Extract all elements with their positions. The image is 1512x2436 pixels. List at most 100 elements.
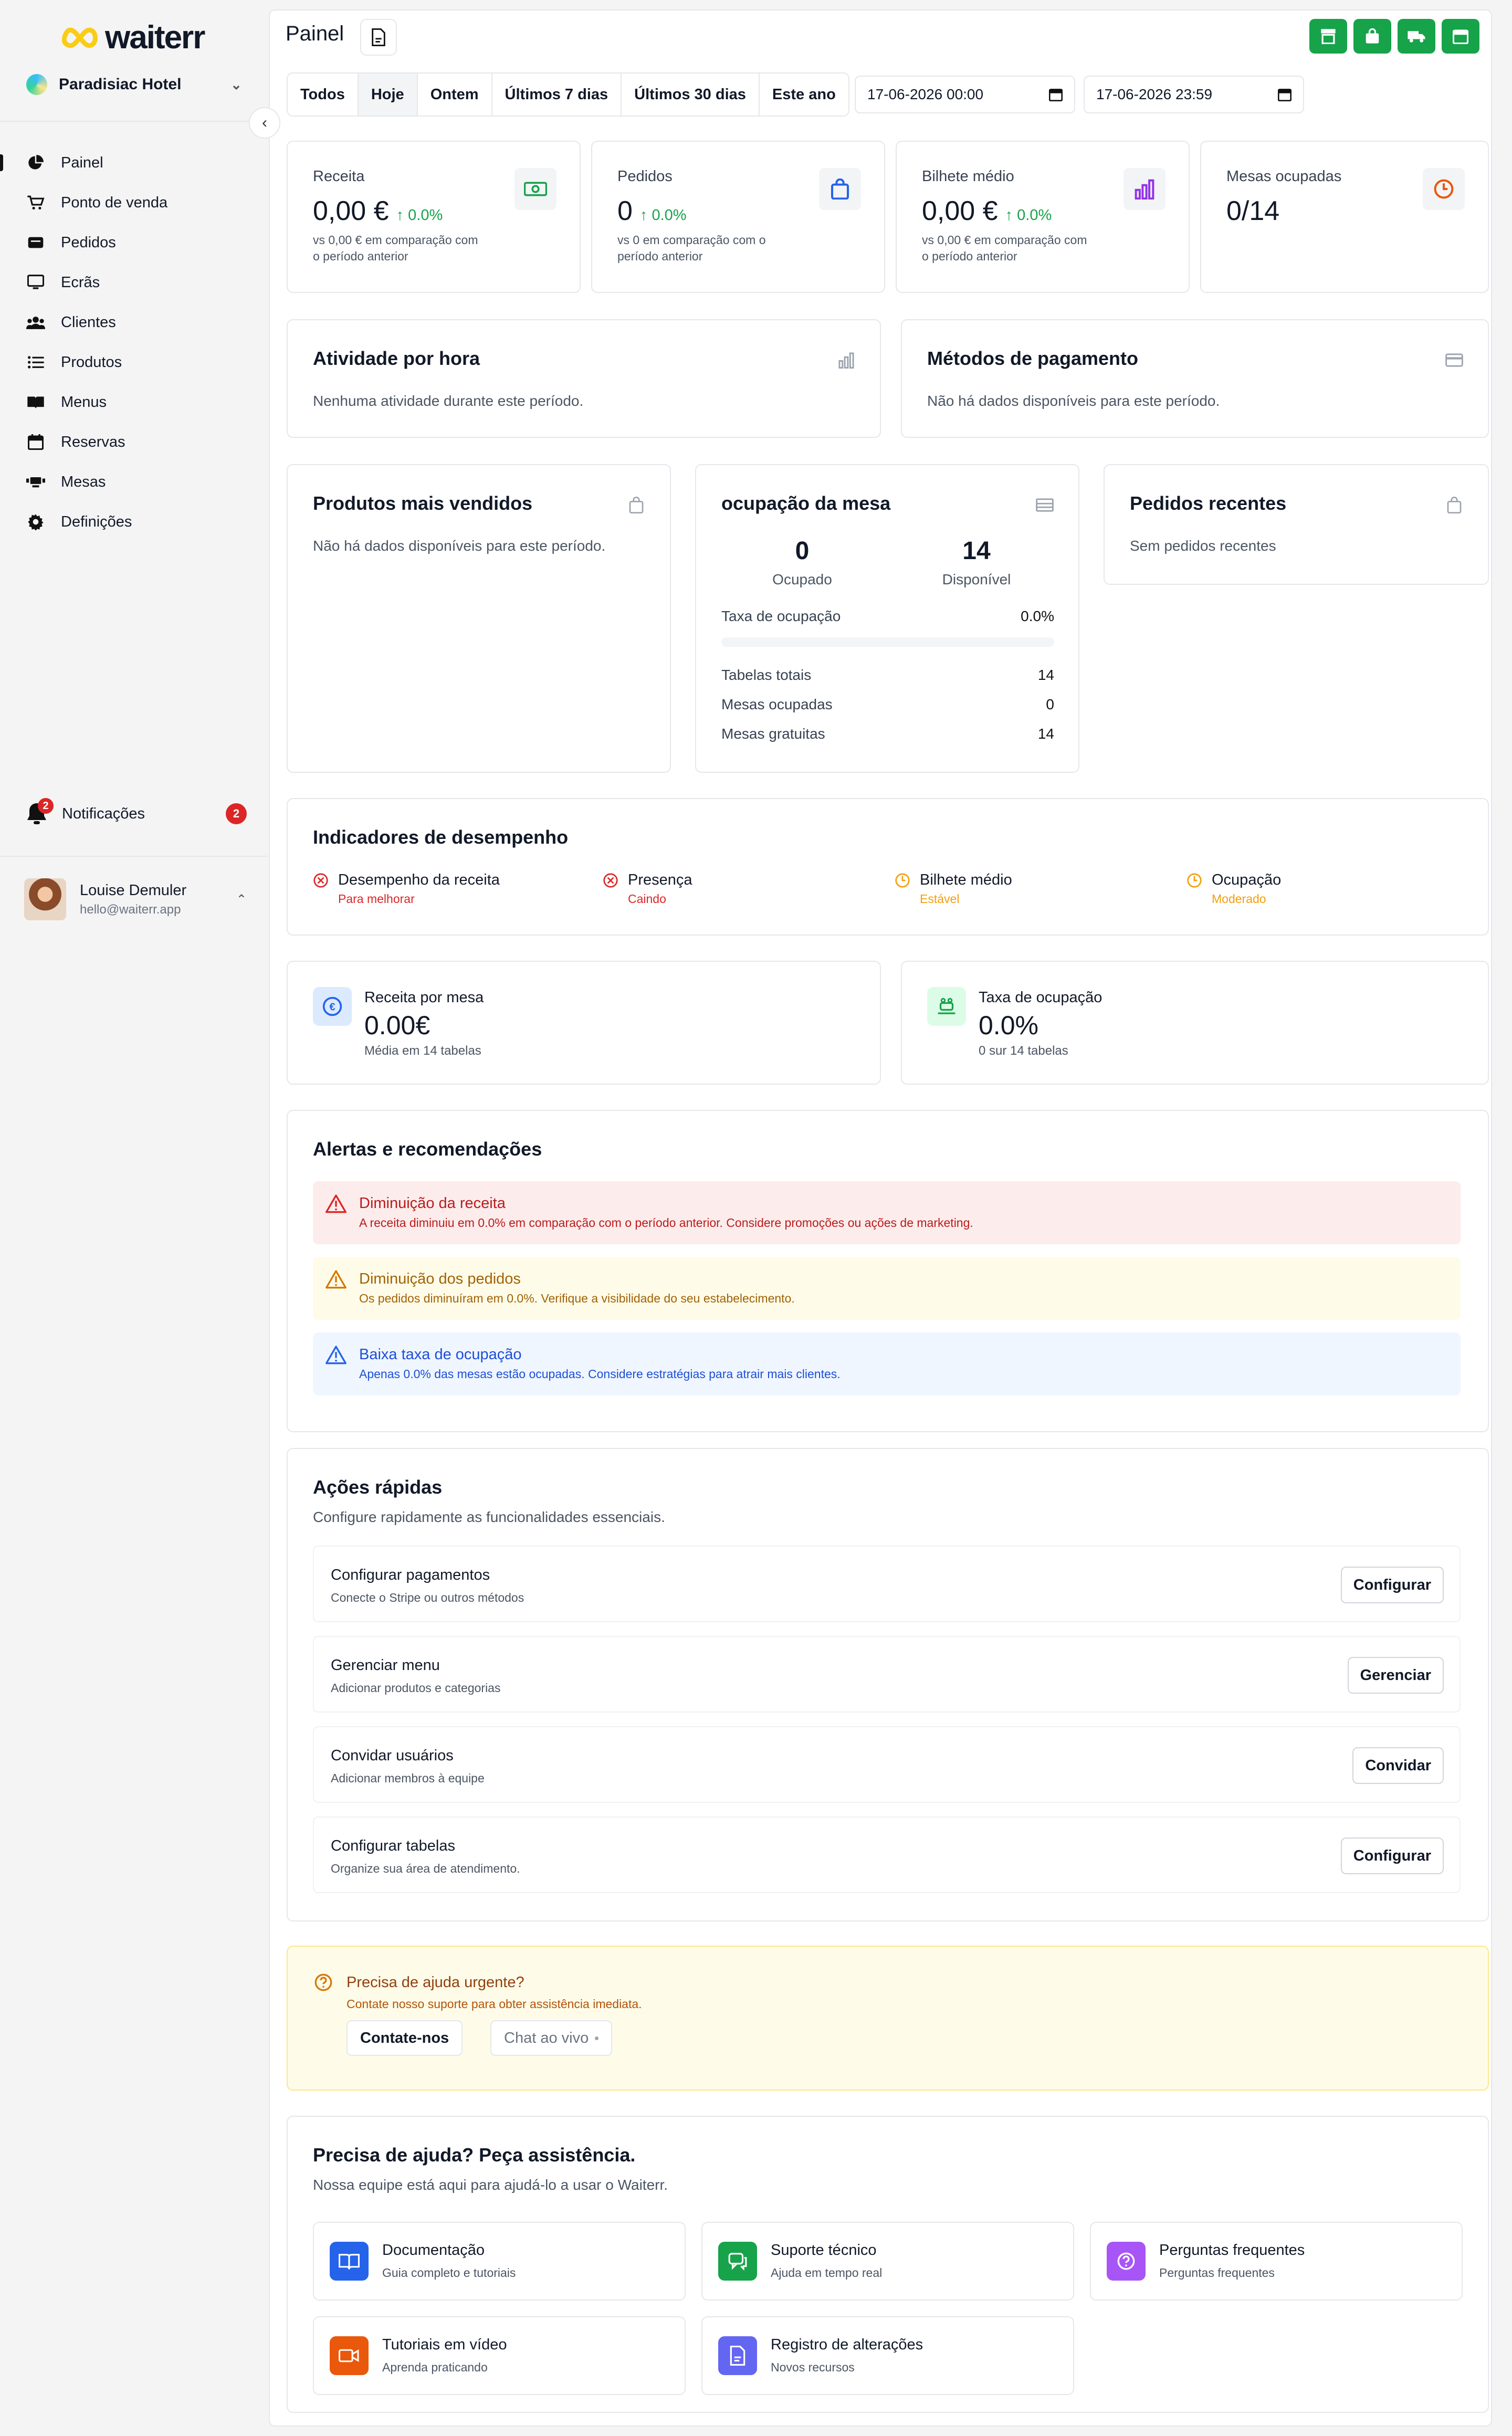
help-video-link[interactable]: Tutoriais em vídeo Aprenda praticando xyxy=(313,2316,686,2395)
calendar-icon xyxy=(1049,89,1063,101)
performance-text: Presença Caindo xyxy=(628,872,692,906)
help-faq-link[interactable]: Perguntas frequentes Perguntas frequente… xyxy=(1090,2222,1463,2301)
sidebar-item-label: Mesas xyxy=(61,473,106,490)
clock-icon xyxy=(1187,873,1202,888)
alert-warning: Diminuição dos pedidos Os pedidos diminu… xyxy=(313,1257,1461,1320)
takeaway-button[interactable] xyxy=(1353,19,1391,54)
kpi-change: ↑ 0.0% xyxy=(1005,207,1052,224)
action-title: Gerenciar menu xyxy=(331,1657,440,1674)
filter-hoje[interactable]: Hoje xyxy=(358,74,418,116)
table-grid-icon xyxy=(1034,495,1055,516)
bag-icon xyxy=(819,168,861,210)
euro-icon: € xyxy=(313,987,352,1026)
help-title: Perguntas frequentes xyxy=(1159,2242,1305,2259)
kpi-card-bilhete-medio: Bilhete médio 0,00 € ↑ 0.0% vs 0,00 € em … xyxy=(896,141,1190,293)
filter-ontem[interactable]: Ontem xyxy=(417,74,492,116)
top-products-card: Produtos mais vendidos Não há dados disp… xyxy=(287,464,671,773)
filter-este-ano[interactable]: Este ano xyxy=(759,74,848,116)
performance-item: Desempenho da receita Para melhorar xyxy=(313,872,500,906)
sidebar-item-clientes[interactable]: Clientes xyxy=(0,302,268,342)
manage-menu-button[interactable]: Gerenciar xyxy=(1347,1657,1444,1694)
store-button[interactable] xyxy=(1309,19,1347,54)
hotel-name: Paradisiac Hotel xyxy=(59,76,182,93)
warning-triangle-icon xyxy=(326,1270,346,1289)
hotel-switcher[interactable]: Paradisiac Hotel ⌄ xyxy=(26,71,247,98)
help-support-link[interactable]: Suporte técnico Ajuda em tempo real xyxy=(701,2222,1074,2301)
stat-value: 0 xyxy=(1046,696,1054,712)
end-date-input[interactable]: 17-06-2026 23:59 xyxy=(1084,76,1304,113)
collapse-sidebar-button[interactable]: ‹ xyxy=(249,107,280,139)
sidebar-item-label: Painel xyxy=(61,154,103,171)
sidebar-item-ecras[interactable]: Ecrãs xyxy=(0,262,268,302)
occupancy-rate-label: Taxa de ocupação xyxy=(721,608,841,624)
sidebar-item-label: Clientes xyxy=(61,313,116,331)
kpi-label: Mesas ocupadas xyxy=(1226,168,1342,185)
filter-30-dias[interactable]: Últimos 30 dias xyxy=(622,74,760,116)
help-title: Documentação xyxy=(382,2242,485,2259)
alert-title: Baixa taxa de ocupação xyxy=(359,1346,522,1363)
sidebar-item-label: Ecrãs xyxy=(61,274,100,291)
help-changelog-link[interactable]: Registro de alterações Novos recursos xyxy=(701,2316,1074,2395)
live-chat-button[interactable]: Chat ao vivo xyxy=(490,2020,613,2056)
alerts-card: Alertas e recomendações Diminuição da re… xyxy=(287,1110,1489,1432)
configure-payments-button[interactable]: Configurar xyxy=(1340,1567,1444,1603)
stat-label: Mesas ocupadas xyxy=(721,696,833,712)
contact-us-button[interactable]: Contate-nos xyxy=(346,2020,463,2056)
user-menu[interactable]: Louise Demuler hello@waiterr.app ⌃ xyxy=(24,877,247,922)
help-circle-icon xyxy=(314,1973,332,1991)
period-filter: Todos Hoje Ontem Últimos 7 dias Últimos … xyxy=(287,72,849,117)
urgent-title: Precisa de ajuda urgente? xyxy=(346,1974,524,1991)
sidebar-item-definicoes[interactable]: Definições xyxy=(0,502,268,542)
urgent-subtitle: Contate nosso suporte para obter assistê… xyxy=(346,1997,642,2011)
kpi-value: 0/14 xyxy=(1226,196,1280,226)
book-icon xyxy=(330,2242,369,2281)
empty-state: Nenhuma atividade durante este período. xyxy=(313,393,584,409)
filter-7-dias[interactable]: Últimos 7 dias xyxy=(492,74,622,116)
card-subtitle: Configure rapidamente as funcionalidades… xyxy=(313,1509,665,1525)
sidebar-item-produtos[interactable]: Produtos xyxy=(0,342,268,382)
sidebar-item-mesas[interactable]: Mesas xyxy=(0,462,268,502)
empty-state: Não há dados disponíveis para este perío… xyxy=(927,393,1220,409)
sidebar-item-label: Produtos xyxy=(61,353,122,371)
urgent-help-card: Precisa de ajuda urgente? Contate nosso … xyxy=(287,1946,1489,2091)
action-subtitle: Organize sua área de atendimento. xyxy=(331,1862,520,1875)
kpi-card-pedidos: Pedidos 0 ↑ 0.0% vs 0 em comparação com o… xyxy=(591,141,885,293)
filter-todos[interactable]: Todos xyxy=(288,74,359,116)
start-date-input[interactable]: 17-06-2026 00:00 xyxy=(855,76,1075,113)
bag-icon xyxy=(1366,28,1379,44)
card-title: Produtos mais vendidos xyxy=(313,492,533,514)
sidebar-nav: Painel Ponto de venda Pedidos Ecrãs Clie… xyxy=(0,143,268,542)
notifications-item[interactable]: 2 Notificações 2 xyxy=(26,798,247,830)
alert-description: Os pedidos diminuíram em 0.0%. Verifique… xyxy=(359,1292,795,1305)
invite-users-button[interactable]: Convidar xyxy=(1352,1747,1444,1784)
logo[interactable]: waiterr xyxy=(62,19,205,56)
document-icon xyxy=(372,28,385,46)
calendar-icon xyxy=(1278,89,1292,101)
document-icon xyxy=(718,2336,757,2375)
delivery-button[interactable] xyxy=(1398,19,1435,54)
recent-orders-card: Pedidos recentes Sem pedidos recentes xyxy=(1104,464,1489,585)
status-dot-icon xyxy=(595,2036,599,2040)
export-document-button[interactable] xyxy=(360,19,397,56)
sidebar-item-reservas[interactable]: Reservas xyxy=(0,422,268,462)
help-documentation-link[interactable]: Documentação Guia completo e tutoriais xyxy=(313,2222,686,2301)
chevron-left-icon: ‹ xyxy=(262,114,267,131)
metric-value: 0.0% xyxy=(979,1011,1038,1040)
chevron-up-icon: ⌃ xyxy=(236,892,247,907)
sidebar-item-painel[interactable]: Painel xyxy=(0,143,268,183)
metric-sub: Média em 14 tabelas xyxy=(364,1044,481,1058)
metric-value: 0.00€ xyxy=(364,1011,430,1040)
card-title: Indicadores de desempenho xyxy=(313,826,569,848)
notification-badge: 2 xyxy=(38,798,54,814)
reservation-button[interactable] xyxy=(1442,19,1479,54)
configure-tables-button[interactable]: Configurar xyxy=(1340,1838,1444,1874)
sidebar-item-ponto-de-venda[interactable]: Ponto de venda xyxy=(0,183,268,223)
kpi-comparison: vs 0 em comparação com o período anterio… xyxy=(617,233,766,264)
action-subtitle: Adicionar produtos e categorias xyxy=(331,1681,501,1695)
sidebar-item-pedidos[interactable]: Pedidos xyxy=(0,223,268,262)
sidebar-item-menus[interactable]: Menus xyxy=(0,382,268,422)
kpi-value-row: 0 ↑ 0.0% xyxy=(617,195,687,227)
sidebar-item-label: Menus xyxy=(61,393,107,411)
help-subtitle: Guia completo e tutoriais xyxy=(382,2266,516,2280)
kpi-value: 0,00 € xyxy=(922,196,998,226)
